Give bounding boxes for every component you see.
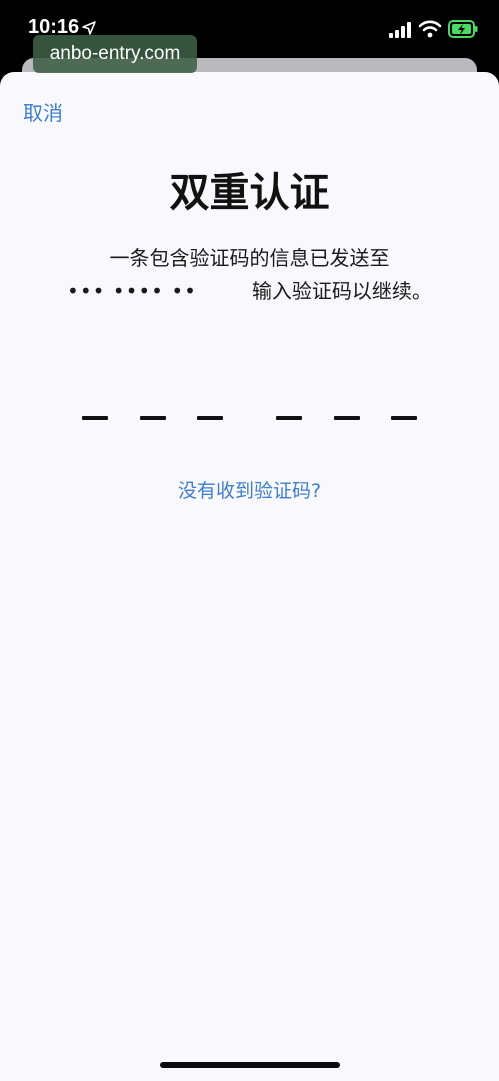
cancel-button[interactable]: 取消 [23,97,63,126]
verification-message: 一条包含验证码的信息已发送至 ••• •••• •• 输入验证码以继续。 [0,242,499,308]
watermark: anbo-entry.com [33,35,197,73]
masked-phone-number: ••• •••• •• [67,279,197,303]
code-digit-4[interactable] [276,416,302,420]
message-line-2-suffix: 输入验证码以继续。 [251,279,432,303]
code-digit-3[interactable] [197,416,223,420]
code-digit-1[interactable] [82,416,108,420]
page-title: 双重认证 [169,170,330,216]
code-digit-5[interactable] [334,416,360,420]
resend-code-link[interactable]: 没有收到验证码? [0,476,499,503]
wifi-icon [418,20,442,38]
battery-charging-icon [448,20,478,38]
message-line-1: 一条包含验证码的信息已发送至 [109,246,390,270]
location-arrow-icon [82,20,96,35]
verification-code-input[interactable] [0,416,499,426]
two-factor-sheet: 取消 双重认证 一条包含验证码的信息已发送至 ••• •••• •• 输入验证码… [0,72,499,1081]
code-digit-2[interactable] [140,416,166,420]
home-indicator[interactable] [160,1062,340,1068]
screen: 10:16 anbo-entry.com 取消 双重认证 一条包含验证码的信息已… [0,0,499,1081]
cellular-signal-icon [388,22,412,38]
message-line-2: ••• •••• •• 输入验证码以继续。 [0,275,499,308]
code-digit-6[interactable] [391,416,417,420]
